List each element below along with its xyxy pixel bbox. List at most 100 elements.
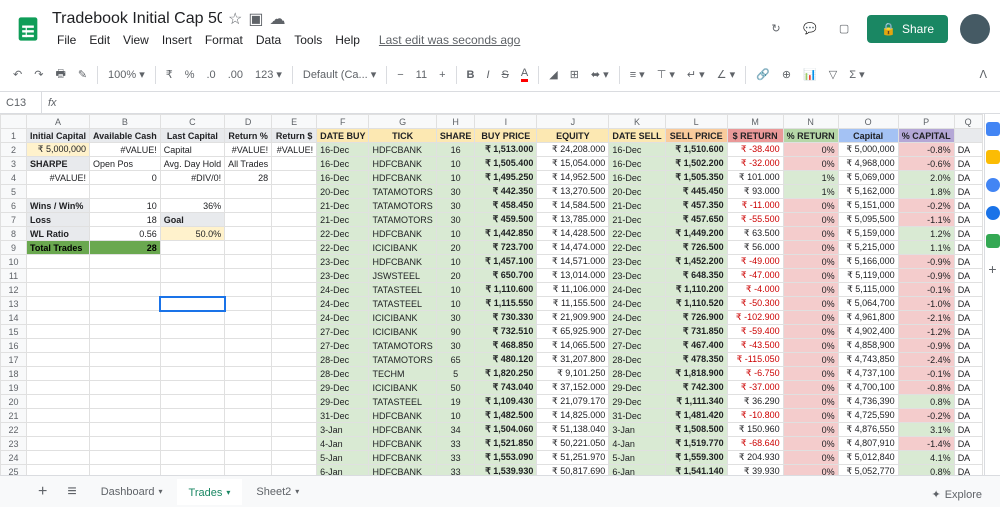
cell[interactable]: HDFCBANK — [369, 423, 436, 437]
cell[interactable]: BUY PRICE — [475, 129, 537, 143]
cell[interactable]: ₹ 21,909.900 — [537, 311, 609, 325]
cell[interactable]: Loss — [27, 213, 90, 227]
cell[interactable]: HDFCBANK — [369, 171, 436, 185]
cell[interactable]: ₹ 5,119,000 — [838, 269, 898, 283]
col-header[interactable]: C — [160, 115, 224, 129]
cell[interactable]: TATASTEEL — [369, 283, 436, 297]
cell[interactable]: ₹ 5,012,840 — [838, 451, 898, 465]
row-header[interactable]: 18 — [1, 367, 27, 381]
cell[interactable]: ₹ 648.350 — [665, 269, 727, 283]
cell[interactable]: Wins / Win% — [27, 199, 90, 213]
cell[interactable]: #VALUE! — [225, 143, 272, 157]
cell[interactable]: ICICIBANK — [369, 311, 436, 325]
cell[interactable] — [160, 353, 224, 367]
cell[interactable]: Total Trades — [27, 241, 90, 255]
cell[interactable]: ₹ 11,155.500 — [537, 297, 609, 311]
cell[interactable] — [272, 283, 317, 297]
cell[interactable]: ₹ 14,571.000 — [537, 255, 609, 269]
font-size-input[interactable]: 11 — [411, 65, 432, 85]
cell[interactable]: -2.4% — [898, 353, 954, 367]
cell[interactable]: 5-Jan — [609, 451, 665, 465]
row-header[interactable]: 22 — [1, 423, 27, 437]
cell[interactable]: ₹ 1,553.090 — [475, 451, 537, 465]
calendar-icon[interactable] — [986, 122, 1000, 136]
cell[interactable]: ₹ 14,952.500 — [537, 171, 609, 185]
cell[interactable]: 27-Dec — [609, 339, 665, 353]
cell[interactable]: ₹ 5,215,000 — [838, 241, 898, 255]
cell[interactable]: 0% — [783, 297, 838, 311]
cell[interactable] — [225, 367, 272, 381]
cell[interactable]: 0% — [783, 381, 838, 395]
functions-button[interactable]: Σ ▾ — [844, 64, 869, 85]
cell[interactable]: TATAMOTORS — [369, 199, 436, 213]
cell[interactable] — [90, 409, 161, 423]
cell[interactable]: ₹ 467.400 — [665, 339, 727, 353]
cell[interactable]: DA — [954, 157, 982, 171]
cell[interactable] — [225, 353, 272, 367]
cell[interactable]: DA — [954, 339, 982, 353]
cell[interactable] — [27, 311, 90, 325]
cell[interactable]: SHARE — [436, 129, 475, 143]
col-header[interactable]: N — [783, 115, 838, 129]
cell[interactable]: ₹ -115.050 — [727, 353, 783, 367]
cell[interactable] — [90, 311, 161, 325]
cell[interactable]: 31-Dec — [317, 409, 369, 423]
row-header[interactable]: 3 — [1, 157, 27, 171]
cell[interactable]: -2.1% — [898, 311, 954, 325]
cell[interactable]: 21-Dec — [317, 213, 369, 227]
cell[interactable] — [225, 185, 272, 199]
cell[interactable] — [272, 437, 317, 451]
cell[interactable]: 28 — [90, 241, 161, 255]
cell[interactable] — [272, 409, 317, 423]
cell[interactable] — [272, 381, 317, 395]
cell[interactable]: 22-Dec — [609, 241, 665, 255]
cell[interactable] — [160, 437, 224, 451]
cell[interactable]: ₹ 5,166,000 — [838, 255, 898, 269]
cell[interactable] — [225, 213, 272, 227]
cell[interactable] — [160, 339, 224, 353]
cell[interactable]: ₹ 1,482.500 — [475, 409, 537, 423]
cell[interactable]: 20 — [436, 241, 475, 255]
col-header[interactable]: E — [272, 115, 317, 129]
add-sheet-button[interactable]: + — [30, 479, 55, 505]
cell[interactable]: Return $ — [272, 129, 317, 143]
tasks-icon[interactable] — [986, 178, 1000, 192]
cell[interactable]: ₹ 36.290 — [727, 395, 783, 409]
cell[interactable]: -0.9% — [898, 269, 954, 283]
cell[interactable]: 5-Jan — [317, 451, 369, 465]
cell[interactable] — [272, 339, 317, 353]
format-select[interactable]: 123▾ — [250, 64, 287, 85]
currency-button[interactable]: ₹ — [161, 64, 178, 85]
cell[interactable]: -0.1% — [898, 367, 954, 381]
cell[interactable]: ₹ 14,474.000 — [537, 241, 609, 255]
cell[interactable]: DATE BUY — [317, 129, 369, 143]
cell[interactable]: -0.8% — [898, 143, 954, 157]
percent-button[interactable]: % — [180, 65, 200, 85]
sheet-tab-trades[interactable]: Trades ▾ — [177, 479, 243, 505]
cell[interactable] — [225, 297, 272, 311]
cell[interactable]: ₹ 1,110.200 — [665, 283, 727, 297]
cell[interactable] — [90, 297, 161, 311]
cell[interactable]: 0% — [783, 353, 838, 367]
merge-button[interactable]: ⬌ ▾ — [586, 64, 614, 85]
cell[interactable]: Available Cash — [90, 129, 161, 143]
paint-format-button[interactable]: ✎ — [73, 64, 92, 85]
cell[interactable] — [90, 423, 161, 437]
comment-button[interactable]: ⊕ — [777, 64, 796, 85]
menu-tools[interactable]: Tools — [289, 31, 327, 49]
cell[interactable]: 19 — [436, 395, 475, 409]
cell[interactable]: 18 — [90, 213, 161, 227]
cell[interactable]: ₹ 4,725,590 — [838, 409, 898, 423]
cell[interactable]: ₹ 56.000 — [727, 241, 783, 255]
cell[interactable]: ₹ 13,785.000 — [537, 213, 609, 227]
cell[interactable]: 21-Dec — [609, 199, 665, 213]
cell[interactable]: -0.2% — [898, 409, 954, 423]
cell[interactable]: ₹ -68.640 — [727, 437, 783, 451]
cell[interactable]: HDFCBANK — [369, 143, 436, 157]
cell[interactable]: DATE SELL — [609, 129, 665, 143]
cell[interactable]: ₹ 1,111.340 — [665, 395, 727, 409]
cell[interactable]: ₹ 65,925.900 — [537, 325, 609, 339]
col-header[interactable]: L — [665, 115, 727, 129]
cell[interactable] — [90, 269, 161, 283]
cell[interactable]: ₹ 31,207.800 — [537, 353, 609, 367]
